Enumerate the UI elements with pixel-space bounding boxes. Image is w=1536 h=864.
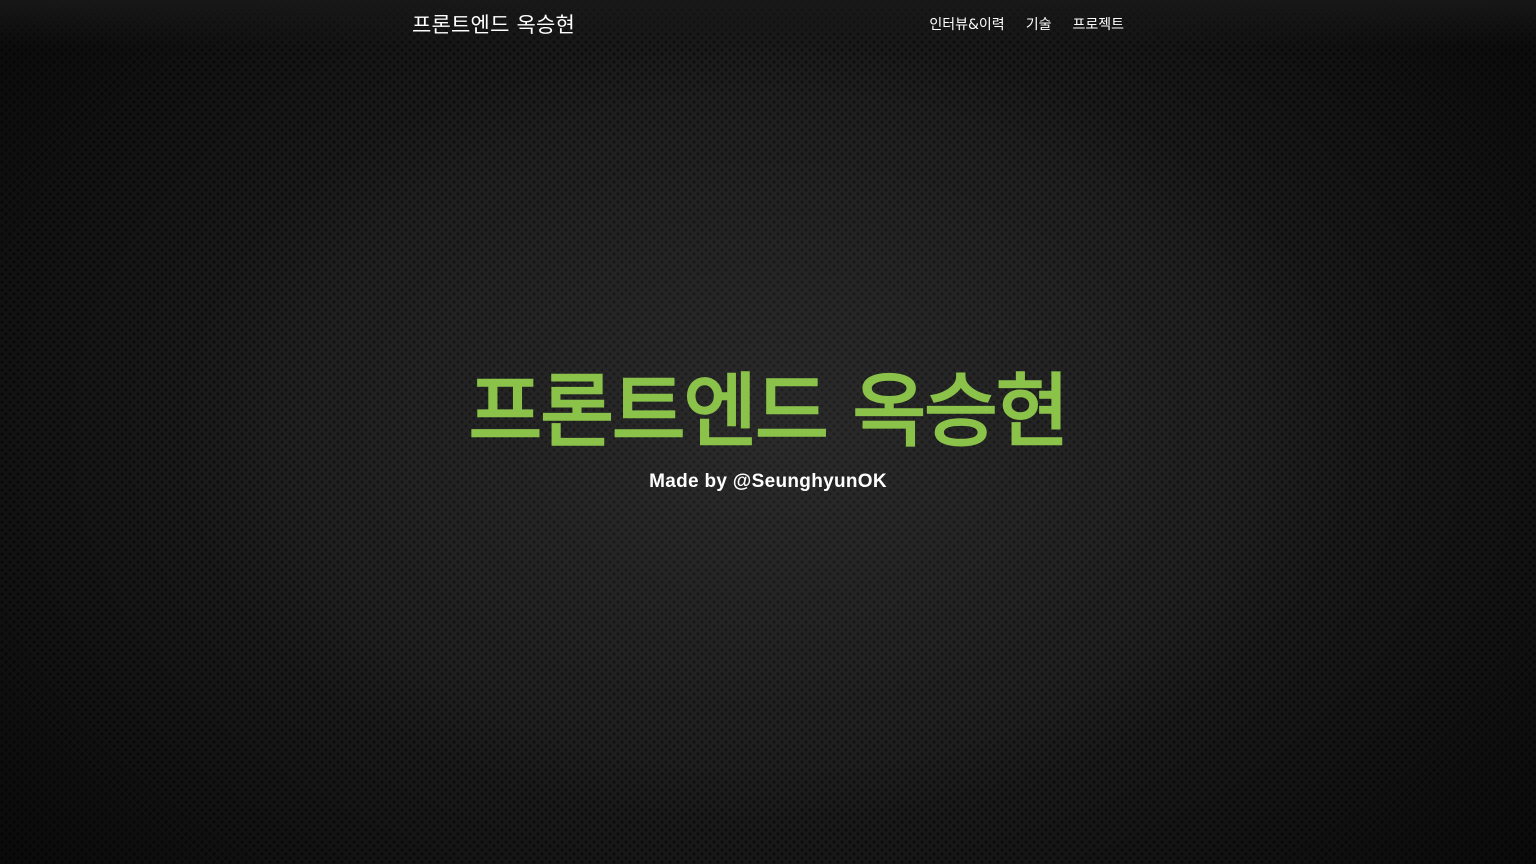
nav-link-projects[interactable]: 프로젝트 <box>1072 14 1124 34</box>
top-navbar: 프론트엔드 옥승현 인터뷰&이력 기술 프로젝트 <box>0 0 1536 48</box>
nav-links: 인터뷰&이력 기술 프로젝트 <box>929 14 1124 34</box>
brand-logo-link[interactable]: 프론트엔드 옥승현 <box>412 9 575 39</box>
nav-link-skills[interactable]: 기술 <box>1026 14 1052 34</box>
hero-title: 프론트엔드 옥승현 <box>468 365 1070 458</box>
hero-subtitle: Made by @SeunghyunOK <box>649 471 887 492</box>
hero-section: 프론트엔드 옥승현 Made by @SeunghyunOK <box>0 360 1536 494</box>
nav-link-interview-history[interactable]: 인터뷰&이력 <box>929 14 1004 34</box>
